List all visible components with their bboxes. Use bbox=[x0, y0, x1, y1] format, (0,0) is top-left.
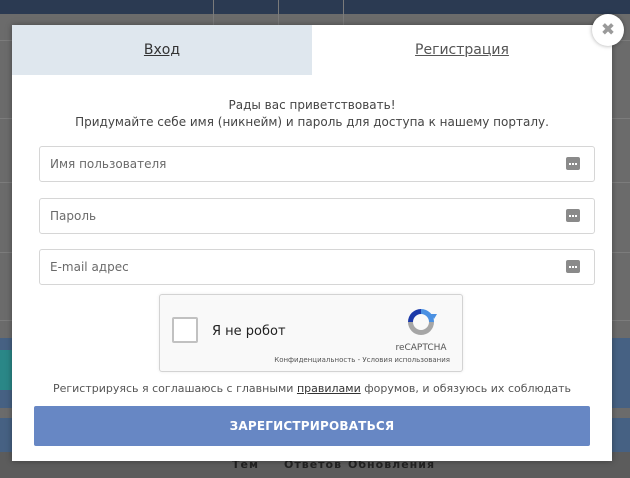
tab-register[interactable]: Регистрация bbox=[312, 25, 612, 75]
greeting-text: Рады вас приветствовать! Придумайте себе… bbox=[12, 97, 612, 131]
username-field bbox=[39, 146, 595, 182]
greeting-subtitle: Придумайте себе имя (никнейм) и пароль д… bbox=[75, 115, 549, 129]
recaptcha-logo-icon bbox=[408, 309, 437, 335]
bg-banner-right bbox=[612, 338, 630, 408]
greeting-title: Рады вас приветствовать! bbox=[228, 98, 396, 112]
rules-link[interactable]: правилами bbox=[297, 382, 361, 395]
email-field bbox=[39, 249, 595, 285]
password-manager-icon[interactable] bbox=[566, 209, 580, 222]
recaptcha-checkbox[interactable] bbox=[172, 317, 198, 343]
terms-text-after: форумов, и обязуюсь их соблюдать bbox=[360, 382, 572, 395]
register-button[interactable]: ЗАРЕГИСТРИРОВАТЬСЯ bbox=[34, 406, 590, 446]
bg-header-bar bbox=[0, 0, 630, 14]
password-manager-icon[interactable] bbox=[566, 157, 580, 170]
password-input[interactable] bbox=[40, 199, 560, 233]
username-input[interactable] bbox=[40, 147, 560, 181]
recaptcha-brand: reCAPTCHA bbox=[395, 343, 447, 353]
registration-modal: Вход Регистрация Рады вас приветствовать… bbox=[12, 25, 612, 461]
recaptcha-widget: Я не робот reCAPTCHA Конфиденциальность … bbox=[159, 294, 463, 372]
tab-login[interactable]: Вход bbox=[12, 25, 312, 75]
password-field bbox=[39, 198, 595, 234]
terms-agreement: Регистрируясь я соглашаюсь с главными пр… bbox=[12, 382, 612, 395]
password-manager-icon[interactable] bbox=[566, 260, 580, 273]
email-input[interactable] bbox=[40, 250, 560, 284]
close-icon[interactable]: ✖ bbox=[592, 14, 624, 46]
recaptcha-privacy-terms-links[interactable]: Конфиденциальность - Условия использован… bbox=[260, 356, 450, 364]
auth-tabs: Вход Регистрация bbox=[12, 25, 612, 75]
terms-text-before: Регистрируясь я соглашаюсь с главными bbox=[52, 382, 297, 395]
recaptcha-label: Я не робот bbox=[212, 324, 286, 339]
bg-banner-left-accent bbox=[0, 350, 12, 390]
